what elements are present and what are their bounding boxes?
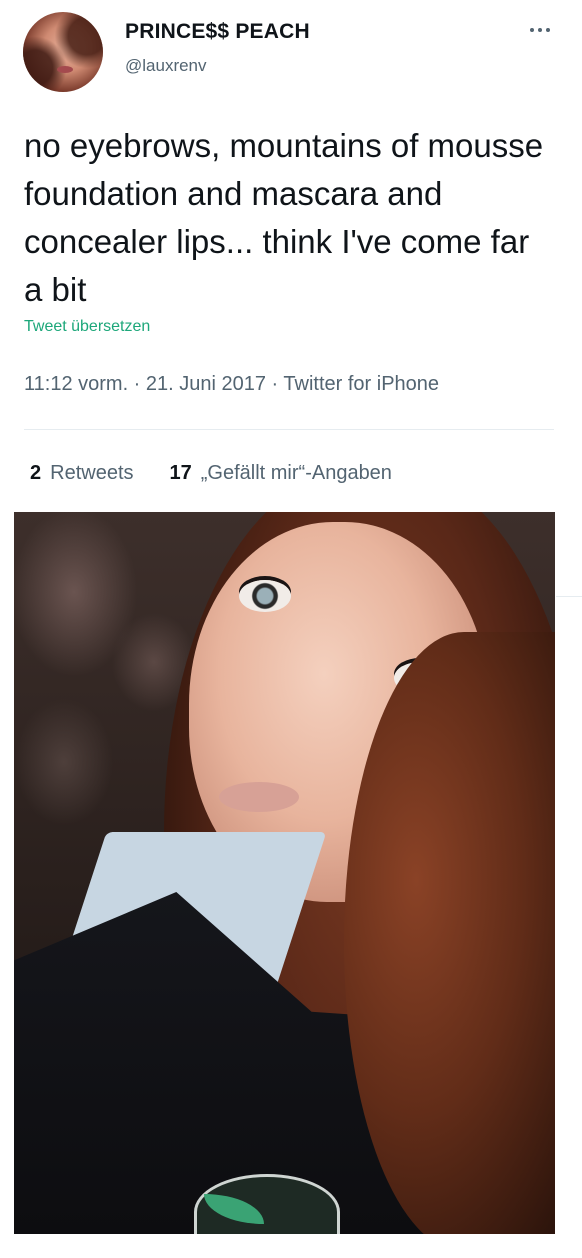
- tweet-meta: 11:12 vorm. · 21. Juni 2017 · Twitter fo…: [24, 373, 440, 395]
- retweets-stat[interactable]: 2 Retweets: [30, 462, 134, 485]
- more-dot: [546, 28, 550, 32]
- author-handle[interactable]: @lauxrenv: [125, 56, 207, 76]
- likes-stat[interactable]: 17 „Gefällt mir“-Angaben: [170, 462, 392, 485]
- more-horizontal-icon[interactable]: [523, 18, 557, 42]
- photo-eye: [239, 580, 291, 612]
- divider: [24, 429, 554, 430]
- avatar-lips: [57, 66, 73, 73]
- likes-count: 17: [169, 462, 192, 484]
- more-dot: [530, 28, 534, 32]
- divider: [556, 596, 582, 597]
- likes-label: „Gefällt mir“-Angaben: [200, 462, 392, 484]
- author-display-name[interactable]: PRINCE$$ PEACH: [125, 20, 310, 44]
- photo-lips: [219, 782, 299, 812]
- retweets-count: 2: [30, 462, 42, 484]
- tweet-text: no eyebrows, mountains of mousse foundat…: [24, 127, 544, 308]
- tweet-photo[interactable]: [14, 512, 555, 1234]
- avatar-hair: [23, 12, 103, 92]
- more-dot: [538, 28, 542, 32]
- tweet-stats: 2 Retweets 17 „Gefällt mir“-Angaben: [30, 462, 392, 485]
- translate-tweet-link[interactable]: Tweet übersetzen: [24, 318, 150, 336]
- retweets-label: Retweets: [50, 462, 134, 484]
- avatar[interactable]: [23, 12, 103, 92]
